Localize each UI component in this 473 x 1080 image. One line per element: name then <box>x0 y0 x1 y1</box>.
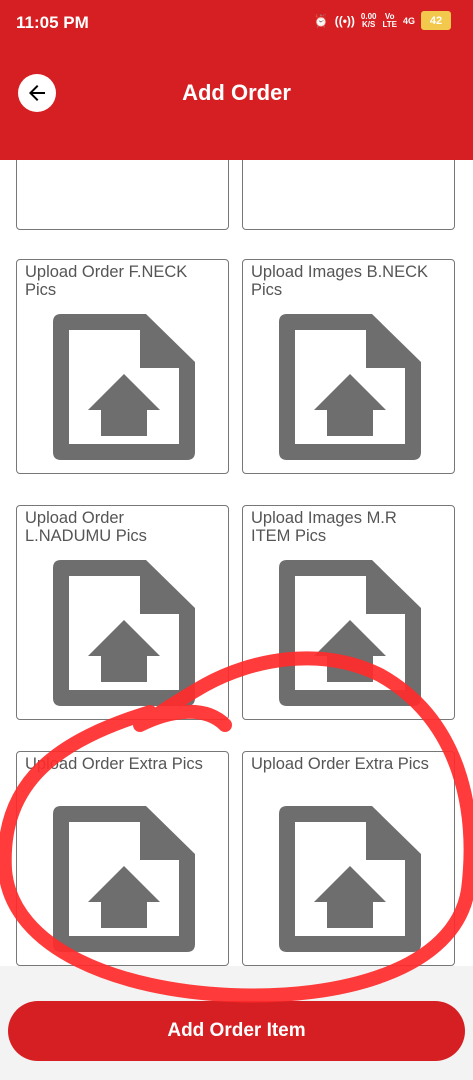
upload-card-b-neck[interactable]: Upload Images B.NECK Pics <box>242 259 455 474</box>
card-label: Upload Order Extra Pics <box>25 755 203 773</box>
title-row: Add Order <box>0 60 473 122</box>
battery-icon: 42 <box>421 11 451 30</box>
card-label: Upload Images M.R ITEM Pics <box>251 509 397 545</box>
add-order-item-button[interactable]: Add Order Item <box>8 1001 465 1061</box>
card-label: Upload Images B.NECK Pics <box>251 263 428 299</box>
status-time: 11:05 PM <box>16 13 89 32</box>
battery-level: 42 <box>429 14 443 27</box>
page-title: Add Order <box>182 80 291 105</box>
upload-grid: Upload Order F.NECK Pics Upload Images B… <box>0 160 473 966</box>
upload-file-icon <box>279 560 421 706</box>
net-speed: 0.00 K/S <box>360 11 377 29</box>
upload-file-icon <box>53 314 195 460</box>
alarm-icon: ⏰ <box>313 13 329 28</box>
upload-card[interactable] <box>242 160 455 230</box>
volte-indicator: Vo LTE <box>382 11 397 29</box>
upload-card-f-neck[interactable]: Upload Order F.NECK Pics <box>16 259 229 474</box>
signal-icon: 4G <box>402 15 415 26</box>
upload-card-l-nadumu[interactable]: Upload Order L.NADUMU Pics <box>16 505 229 720</box>
status-icons: ⏰ ((•)) 0.00 K/S Vo LTE 4G 42 <box>314 11 451 30</box>
upload-card[interactable] <box>16 160 229 230</box>
upload-file-icon <box>279 314 421 460</box>
upload-card-m-r-item[interactable]: Upload Images M.R ITEM Pics <box>242 505 455 720</box>
status-bar: 11:05 PM ⏰ ((•)) 0.00 K/S Vo LTE 4G 42 <box>0 0 473 46</box>
upload-file-icon <box>279 806 421 952</box>
card-label: Upload Order Extra Pics <box>251 755 429 773</box>
card-label: Upload Order F.NECK Pics <box>25 263 188 299</box>
upload-card-extra-1[interactable]: Upload Order Extra Pics <box>16 751 229 966</box>
upload-file-icon <box>53 560 195 706</box>
upload-file-icon <box>53 806 195 952</box>
upload-card-extra-2[interactable]: Upload Order Extra Pics <box>242 751 455 966</box>
card-label: Upload Order L.NADUMU Pics <box>25 509 147 545</box>
hotspot-icon: ((•)) <box>334 13 355 28</box>
